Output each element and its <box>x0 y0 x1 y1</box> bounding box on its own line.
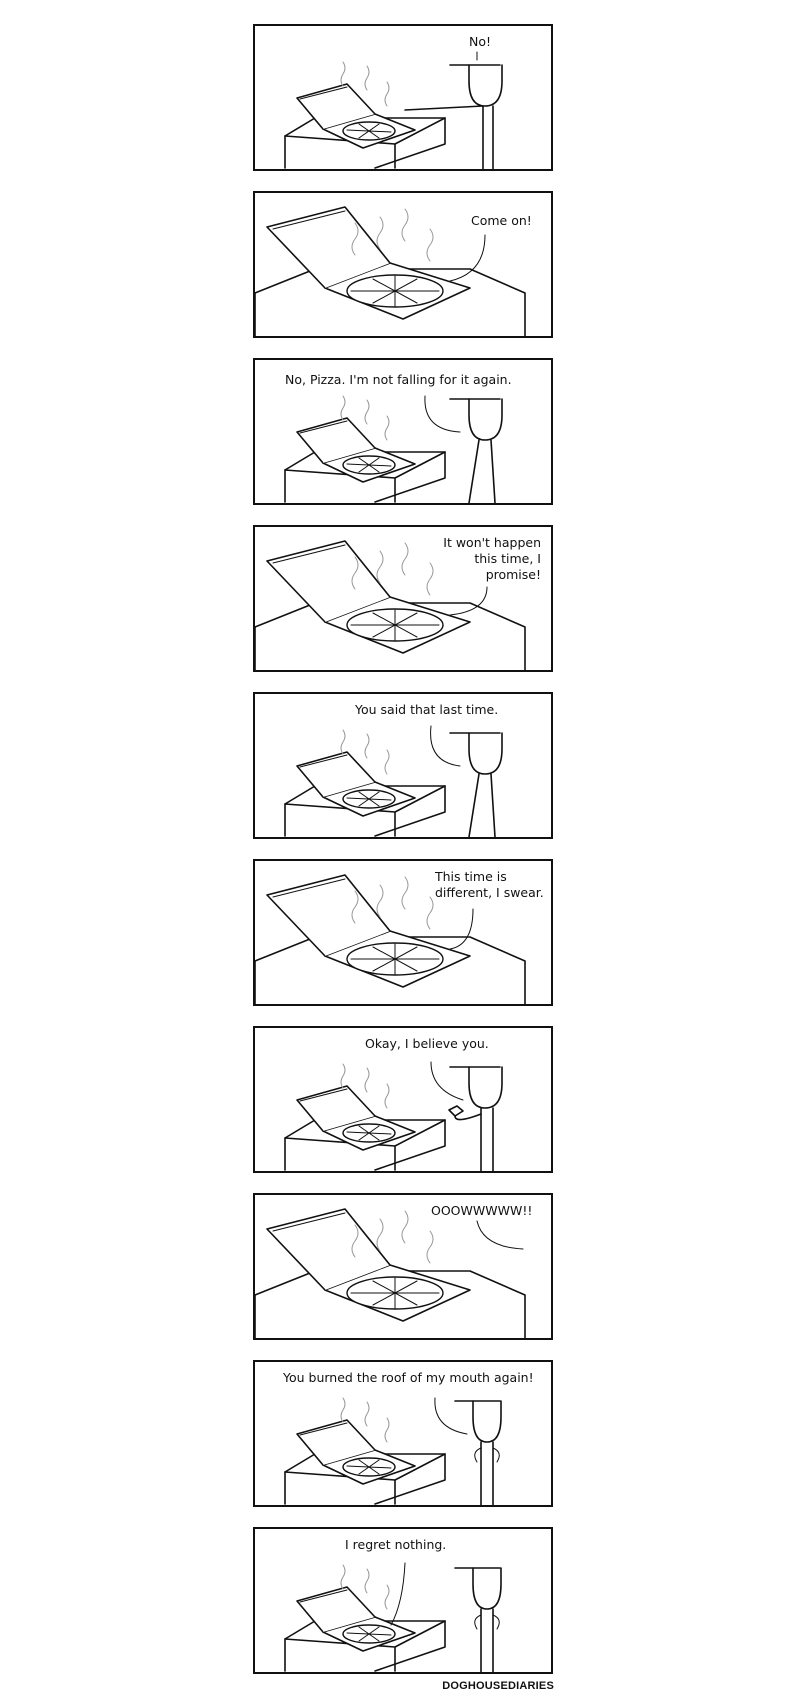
speech-text: Come on! <box>471 213 532 228</box>
comic-panel-6: This time is different, I swear. <box>253 859 553 1006</box>
comic-panel-7: Okay, I believe you. <box>253 1026 553 1173</box>
credit-logo: DOGHOUSEDIARIES <box>442 1680 554 1692</box>
comic-panel-2: Come on! <box>253 191 553 338</box>
speech-text: No, Pizza. I'm not falling for it again. <box>285 372 512 387</box>
stick-figure-person <box>449 398 503 503</box>
speech-text: OOOWWWWW!! <box>431 1203 533 1218</box>
comic-panel-3: No, Pizza. I'm not falling for it again. <box>253 358 553 505</box>
speech-tail <box>390 1562 406 1626</box>
speech-tail <box>449 586 488 616</box>
pizza-box-large <box>266 206 471 320</box>
speech-text: I regret nothing. <box>345 1537 447 1552</box>
stick-figure-person <box>448 1066 503 1171</box>
stick-figure-person <box>449 732 503 837</box>
comic-panel-1: No! <box>253 24 553 171</box>
stick-figure-person <box>404 51 503 169</box>
speech-tail <box>424 395 461 433</box>
speech-text: Okay, I believe you. <box>365 1036 489 1051</box>
speech-tail <box>430 725 461 767</box>
stick-figure-person <box>454 1400 502 1505</box>
speech-tail <box>476 1220 524 1250</box>
speech-tail <box>449 908 474 950</box>
stick-figure-person <box>454 1567 502 1672</box>
speech-text: It won't happen this time, I promise! <box>443 535 541 582</box>
pizza-box-large <box>266 1208 471 1322</box>
comic-panel-9: You burned the roof of my mouth again! <box>253 1360 553 1507</box>
comic-panel-8: OOOWWWWW!! <box>253 1193 553 1340</box>
speech-text: This time is different, I swear. <box>435 869 544 900</box>
comic-panel-4: It won't happen this time, I promise! <box>253 525 553 672</box>
speech-text: No! <box>469 34 492 49</box>
speech-text: You burned the roof of my mouth again! <box>283 1370 534 1385</box>
panel-1-art <box>284 51 503 169</box>
speech-tail <box>434 1397 468 1435</box>
speech-text: You said that last time. <box>355 702 499 717</box>
pizza-box-large <box>266 540 471 654</box>
comic-panel-10: I regret nothing. <box>253 1527 553 1674</box>
comic-panel-5: You said that last time. <box>253 692 553 839</box>
